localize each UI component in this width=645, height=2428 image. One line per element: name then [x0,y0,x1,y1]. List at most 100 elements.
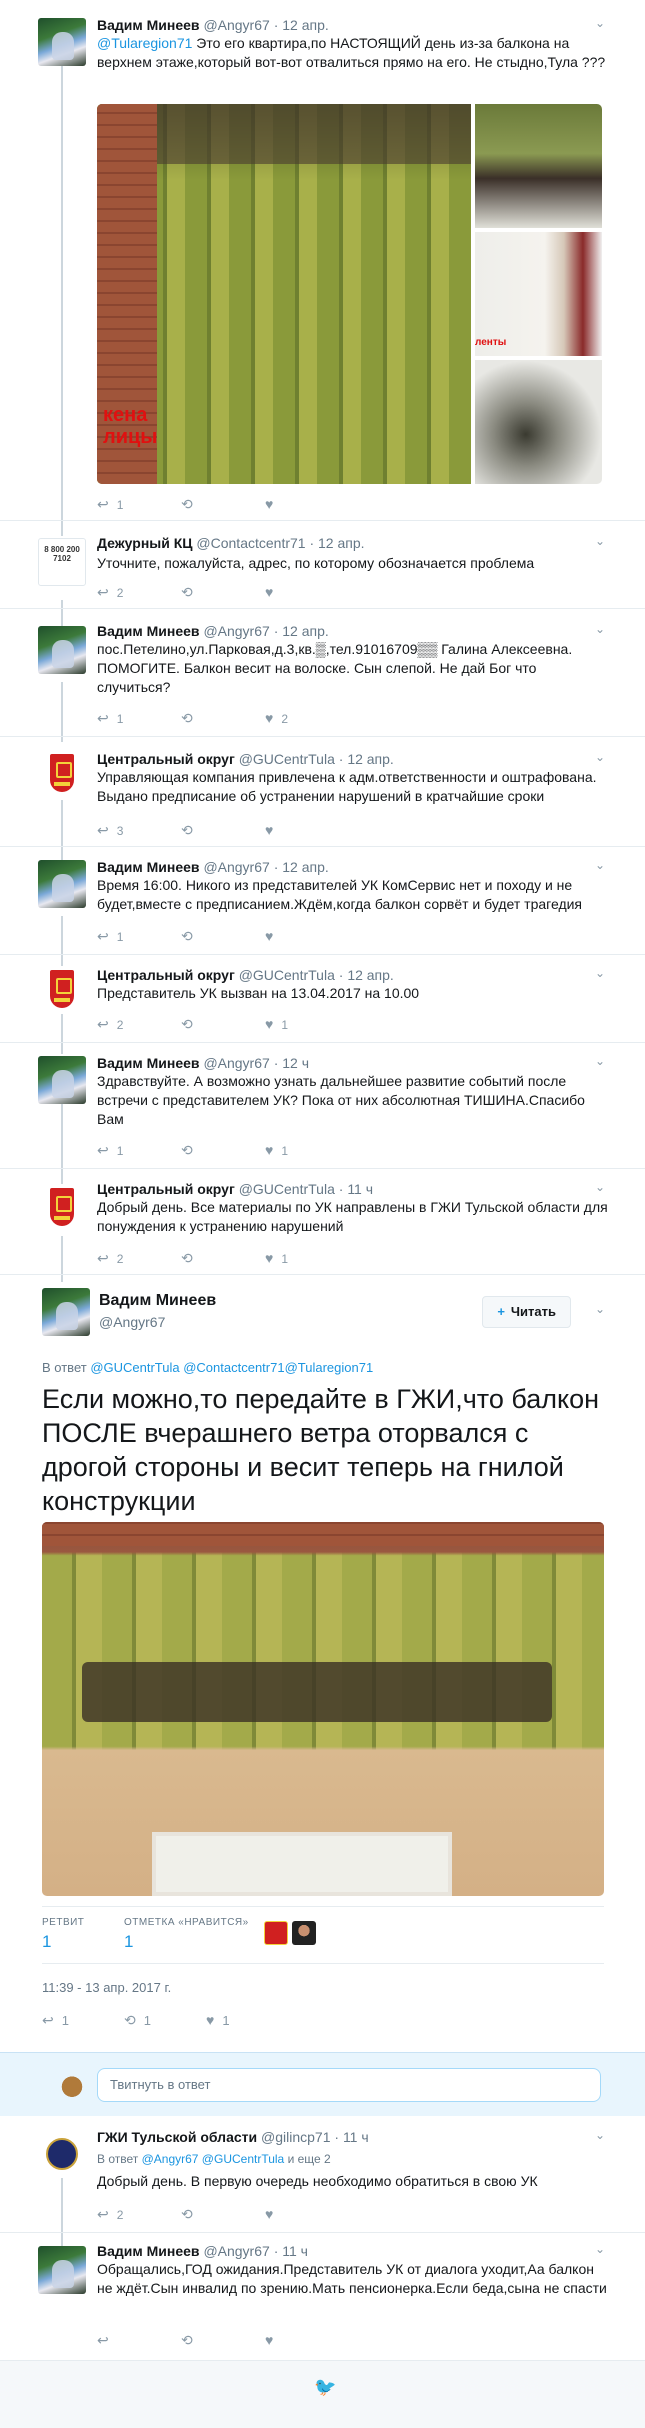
tweet[interactable]: Центральный округ @GUCentrTula · 12 апр.… [0,954,645,1054]
tweet-photo-main[interactable]: кена лицы [97,104,471,484]
retweet-button[interactable]: ⟲ [181,710,201,727]
like-button[interactable]: ♥ [265,2206,281,2222]
like-stat[interactable]: ОТМЕТКА «НРАВИТСЯ» 1 [124,1917,249,1952]
avatar[interactable] [38,860,86,908]
tweet-author-handle[interactable]: @Contactcentr71 [196,535,305,551]
like-button[interactable]: ♥ [265,2332,281,2348]
tweet-time[interactable]: 12 ч [282,1055,309,1071]
mention-link[interactable]: @Tularegion71 [97,35,192,51]
tweet[interactable]: ГЖИ Тульской области @gilincp71 · 11 ч ⌄… [0,2116,645,2234]
like-button[interactable]: ♥ [265,584,281,600]
retweet-button[interactable]: ⟲ [181,2332,201,2349]
tweet[interactable]: Вадим Минеев @Angyr67 · 12 апр. ⌄ @Tular… [0,0,645,530]
avatar[interactable] [38,1184,86,1232]
chevron-down-icon[interactable]: ⌄ [595,534,605,548]
chevron-down-icon[interactable]: ⌄ [595,750,605,764]
tweet[interactable]: Вадим Минеев @Angyr67 · 12 апр. ⌄ пос.Пе… [0,608,645,736]
tweet-author-name[interactable]: Вадим Минеев [97,2243,200,2259]
tweet-time[interactable]: 11 ч [343,2129,369,2145]
tweet[interactable]: Вадим Минеев @Angyr67 · 12 ч ⌄ Здравству… [0,1042,645,1172]
tweet[interactable]: Центральный округ @GUCentrTula · 12 апр.… [0,736,645,852]
retweet-button[interactable]: ⟲ [181,1250,201,1267]
like-button[interactable]: ♥ [265,822,281,838]
tweet-author-name[interactable]: Центральный округ [97,967,235,983]
avatar[interactable] [38,626,86,674]
tweet-time[interactable]: 12 апр. [282,859,329,875]
chevron-down-icon[interactable]: ⌄ [595,858,605,872]
tweet-author-name[interactable]: Вадим Минеев [97,859,200,875]
tweet-author-handle[interactable]: @Angyr67 [203,17,269,33]
avatar[interactable]: 8 800 200 7102 [38,538,86,586]
tweet-time[interactable]: 12 апр. [282,17,329,33]
reply-button[interactable]: ↩ 1 [42,2012,69,2029]
retweet-button[interactable]: ⟲ [181,928,201,945]
liker-avatar[interactable] [292,1921,316,1945]
reply-button[interactable]: ↩ 1 [97,496,123,513]
retweet-button[interactable]: ⟲ [181,822,201,839]
reply-button[interactable]: ↩ 2 [97,2206,123,2223]
avatar[interactable] [38,1056,86,1104]
avatar[interactable] [38,750,86,798]
reply-button[interactable]: ↩ [97,2332,117,2349]
tweet-author-handle[interactable]: @GUCentrTula [239,1181,335,1197]
tweet-photo[interactable] [42,1522,604,1896]
tweet[interactable]: Вадим Минеев @Angyr67 · 11 ч ⌄ Обращалис… [0,2232,645,2368]
tweet-time[interactable]: 11 ч [282,2243,308,2259]
tweet-time[interactable]: 12 апр. [282,623,329,639]
tweet-author-handle[interactable]: @Angyr67 [203,859,269,875]
like-button[interactable]: ♥ [265,928,281,944]
like-button[interactable]: ♥ 1 [265,1250,288,1266]
tweet-author-name[interactable]: Дежурный КЦ [97,535,193,551]
mention-link[interactable]: @GUCentrTula @Contactcentr71@Tularegion7… [90,1360,373,1375]
like-button[interactable]: ♥ [265,496,281,512]
tweet-photo-thumb[interactable] [475,104,602,228]
tweet-time[interactable]: 11 ч [347,1181,373,1197]
like-button[interactable]: ♥ 1 [265,1142,288,1158]
mention-link[interactable]: @Angyr67 @GUCentrTula [142,2152,285,2166]
retweet-button[interactable]: ⟲ [181,1142,201,1159]
chevron-down-icon[interactable]: ⌄ [595,2242,605,2256]
like-button[interactable]: ♥ 2 [265,710,288,726]
chevron-down-icon[interactable]: ⌄ [595,1180,605,1194]
tweet-time[interactable]: 12 апр. [347,967,394,983]
reply-button[interactable]: ↩ 2 [97,1016,123,1033]
tweet-author-handle[interactable]: @Angyr67 [203,623,269,639]
chevron-down-icon[interactable]: ⌄ [595,16,605,30]
tweet-author-handle[interactable]: @Angyr67 [203,2243,269,2259]
like-button[interactable]: ♥ 1 [265,1016,288,1032]
reply-input[interactable]: Твитнуть в ответ [97,2068,601,2102]
tweet-author-handle[interactable]: @GUCentrTula [239,751,335,767]
tweet-author-handle[interactable]: @GUCentrTula [239,967,335,983]
tweet-author-handle[interactable]: @Angyr67 [99,1314,165,1330]
tweet-author-name[interactable]: Вадим Минеев [97,17,200,33]
avatar[interactable] [38,18,86,66]
chevron-down-icon[interactable]: ⌄ [595,622,605,636]
tweet-photo-thumb[interactable]: ленты [475,232,602,356]
tweet-author-name[interactable]: ГЖИ Тульской области [97,2129,257,2145]
tweet[interactable]: Вадим Минеев @Angyr67 · 12 апр. ⌄ Время … [0,846,645,962]
reply-button[interactable]: ↩ 2 [97,584,123,601]
retweet-button[interactable]: ⟲ [181,2206,201,2223]
avatar[interactable] [38,966,86,1014]
tweet-author-name[interactable]: Центральный округ [97,751,235,767]
follow-button[interactable]: + Читать [482,1296,571,1328]
tweet[interactable]: 8 800 200 7102 Дежурный КЦ @Contactcentr… [0,520,645,620]
retweet-stat[interactable]: РЕТВИТ 1 [42,1917,84,1952]
tweet-author-name[interactable]: Вадим Минеев [97,1055,200,1071]
chevron-down-icon[interactable]: ⌄ [595,1054,605,1068]
tweet-author-handle[interactable]: @Angyr67 [203,1055,269,1071]
tweet-photo-thumb[interactable] [475,360,602,484]
tweet-timestamp[interactable]: 11:39 - 13 апр. 2017 г. [42,1980,171,1995]
chevron-down-icon[interactable]: ⌄ [595,2128,605,2142]
reply-button[interactable]: ↩ 1 [97,928,123,945]
avatar[interactable] [38,2130,86,2178]
tweet-time[interactable]: 12 апр. [318,535,365,551]
avatar[interactable] [42,1288,90,1336]
retweet-button[interactable]: ⟲ [181,584,201,601]
reply-button[interactable]: ↩ 1 [97,1142,123,1159]
chevron-down-icon[interactable]: ⌄ [595,1302,605,1316]
liker-avatar[interactable] [264,1921,288,1945]
like-button[interactable]: ♥ 1 [206,2012,230,2028]
avatar[interactable] [38,2246,86,2294]
retweet-button[interactable]: ⟲ 1 [124,2012,151,2029]
